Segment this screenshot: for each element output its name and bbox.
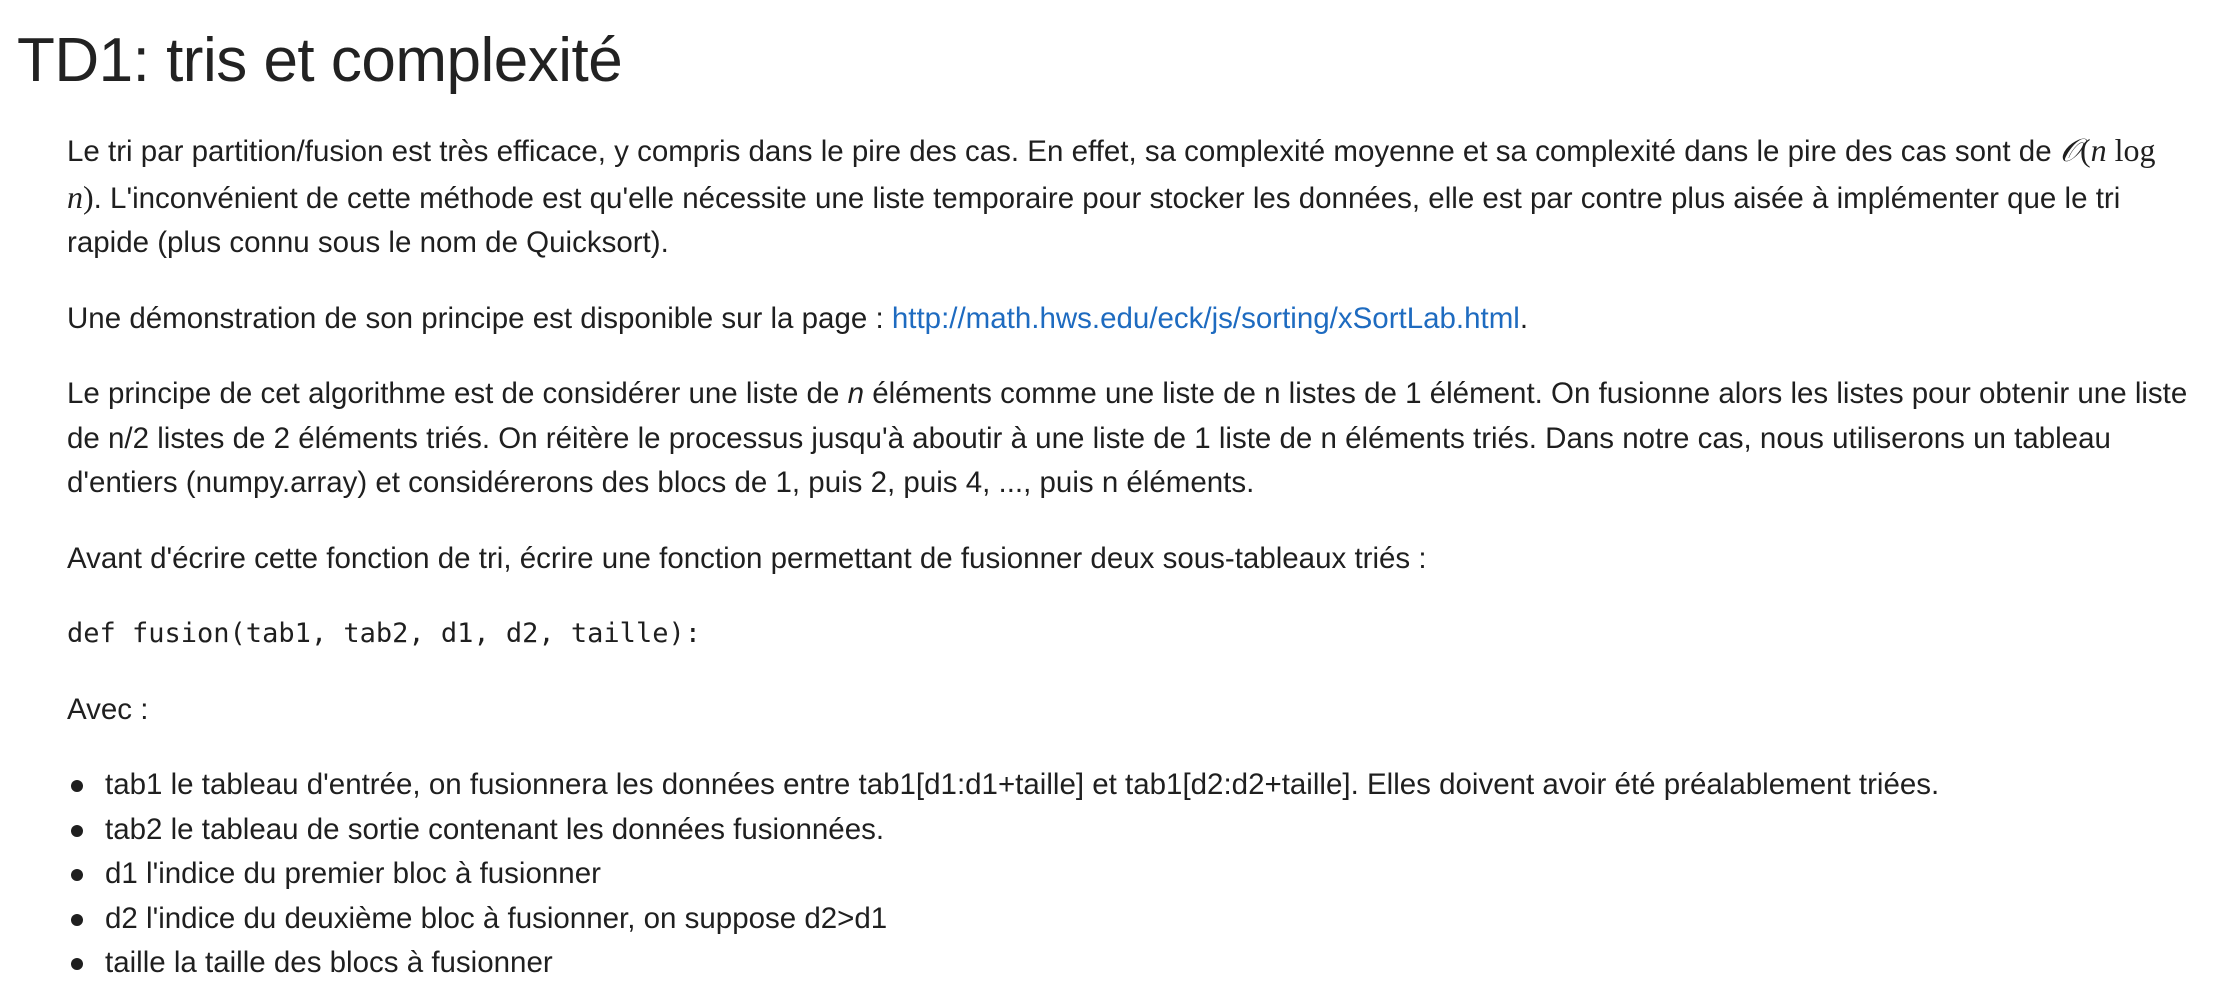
demo-link[interactable]: http://math.hws.edu/eck/js/sorting/xSort… xyxy=(892,302,1520,335)
bullet-icon xyxy=(71,958,83,970)
list-item: tab2 le tableau de sortie contenant les … xyxy=(67,808,2197,853)
formula-n-first: n xyxy=(2090,132,2107,168)
intro-text-part1: Le tri par partition/fusion est très eff… xyxy=(67,135,2060,168)
intro-text-part2: . L'inconvénient de cette méthode est qu… xyxy=(67,181,2121,260)
bullet-icon xyxy=(71,913,83,926)
params-intro: Avec : xyxy=(67,692,149,726)
formula-n-second: n xyxy=(67,178,83,215)
function-signature-code: def fusion(tab1, tab2, d1, d2, taille): xyxy=(67,618,701,649)
list-item-text: d1 l'indice du premier bloc à fusionner xyxy=(105,857,601,890)
principle-paragraph: Le principe de cet algorithme est de con… xyxy=(67,372,2197,506)
list-item: d2 l'indice du deuxième bloc à fusionner… xyxy=(67,897,2197,942)
variable-n: n xyxy=(847,377,864,410)
list-item: d1 l'indice du premier bloc à fusionner xyxy=(67,852,2197,897)
demo-text-end: . xyxy=(1519,301,1529,335)
demo-text: Une démonstration de son principe est di… xyxy=(67,301,892,335)
formula-log: log xyxy=(2106,132,2156,168)
formula-close-paren: ) xyxy=(83,178,94,215)
formula-open-paren: ( xyxy=(2080,132,2091,168)
list-item-text: tab1 le tableau d'entrée, on fusionnera … xyxy=(105,768,1940,801)
bullet-icon xyxy=(71,824,83,837)
document-body: Le tri par partition/fusion est très eff… xyxy=(67,128,2197,986)
task-paragraph: Avant d'écrire cette fonction de tri, éc… xyxy=(67,541,1427,575)
list-item-text: tab2 le tableau de sortie contenant les … xyxy=(105,812,885,846)
bullet-icon xyxy=(71,869,83,881)
demo-paragraph: Une démonstration de son principe est di… xyxy=(67,297,2197,342)
principle-text-part1: Le principe de cet algorithme est de con… xyxy=(67,377,848,410)
big-o-symbol: 𝒪 xyxy=(2059,131,2080,169)
parameter-list: tab1 le tableau d'entrée, on fusionnera … xyxy=(67,763,2197,986)
list-item: taille la taille des blocs à fusionner xyxy=(67,941,2197,986)
bullet-icon xyxy=(71,780,83,792)
list-item-text: taille la taille des blocs à fusionner xyxy=(105,946,553,979)
page-title: TD1: tris et complexité xyxy=(17,26,623,95)
document-page: TD1: tris et complexité Le tri par parti… xyxy=(0,0,2232,1002)
list-item: tab1 le tableau d'entrée, on fusionnera … xyxy=(67,763,2197,808)
list-item-text: d2 l'indice du deuxième bloc à fusionner… xyxy=(105,901,888,935)
intro-paragraph: Le tri par partition/fusion est très eff… xyxy=(67,128,2197,266)
